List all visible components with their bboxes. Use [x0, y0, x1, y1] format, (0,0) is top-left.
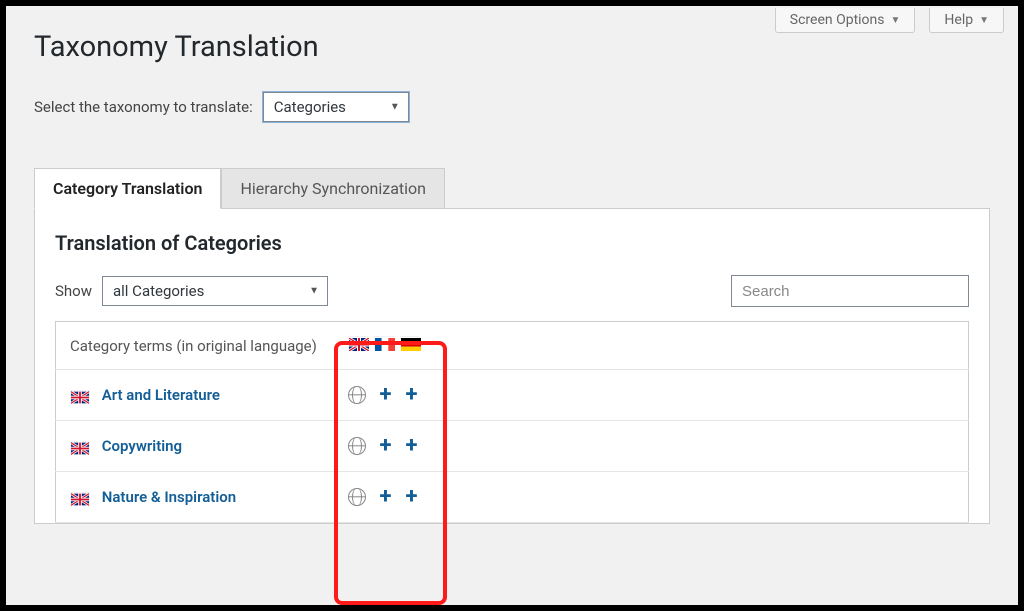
add-translation-fr-icon[interactable]: +: [380, 384, 392, 406]
help-label: Help: [944, 12, 973, 28]
taxonomy-select[interactable]: Categories ▼: [263, 92, 409, 122]
table-row: Art and Literature + +: [56, 370, 969, 421]
add-translation-de-icon[interactable]: +: [406, 435, 418, 457]
taxonomy-select-row: Select the taxonomy to translate: Catego…: [34, 92, 990, 122]
help-button[interactable]: Help ▼: [929, 8, 1004, 33]
show-select[interactable]: all Categories ▼: [102, 276, 328, 306]
chevron-down-icon: ▼: [891, 15, 901, 26]
tab-category-translation[interactable]: Category Translation: [34, 168, 221, 209]
panel-title: Translation of Categories: [55, 231, 969, 255]
show-filter: Show all Categories ▼: [55, 276, 328, 306]
tab-hierarchy-sync[interactable]: Hierarchy Synchronization: [221, 168, 445, 209]
globe-icon[interactable]: [348, 488, 366, 506]
table-row: Nature & Inspiration + +: [56, 472, 969, 523]
chevron-down-icon: ▼: [979, 15, 989, 26]
flag-uk-icon: [70, 441, 90, 454]
screen-options-label: Screen Options: [790, 12, 885, 28]
search-input[interactable]: [731, 275, 969, 307]
table-header-terms: Category terms (in original language): [56, 322, 334, 370]
flag-uk-icon: [348, 336, 368, 349]
flag-de-icon: [400, 336, 420, 349]
row-spacer: [454, 370, 969, 421]
screen-options-button[interactable]: Screen Options ▼: [775, 8, 916, 33]
filter-row: Show all Categories ▼: [55, 275, 969, 307]
flag-fr-icon: [374, 336, 394, 349]
term-link[interactable]: Nature & Inspiration: [56, 472, 334, 523]
term-label: Art and Literature: [102, 386, 220, 404]
tab-bar: Category Translation Hierarchy Synchroni…: [34, 168, 990, 209]
term-link[interactable]: Art and Literature: [56, 370, 334, 421]
chevron-down-icon: ▼: [390, 102, 400, 113]
globe-icon[interactable]: [348, 437, 366, 455]
flag-uk-icon: [70, 390, 90, 403]
taxonomy-select-label: Select the taxonomy to translate:: [34, 98, 253, 116]
term-label: Nature & Inspiration: [102, 488, 236, 506]
show-selected-value: all Categories: [113, 282, 204, 300]
translation-table: Category terms (in original language): [55, 321, 969, 523]
term-link[interactable]: Copywriting: [56, 421, 334, 472]
translation-actions-cell: + +: [334, 421, 454, 472]
translation-panel: Translation of Categories Show all Categ…: [34, 209, 990, 524]
table-header-flags: [334, 322, 454, 370]
row-spacer: [454, 421, 969, 472]
page-frame: Screen Options ▼ Help ▼ Taxonomy Transla…: [0, 0, 1024, 611]
top-button-bar: Screen Options ▼ Help ▼: [775, 8, 1004, 33]
taxonomy-selected-value: Categories: [274, 98, 346, 116]
row-spacer: [454, 472, 969, 523]
add-translation-fr-icon[interactable]: +: [380, 486, 392, 508]
table-header-row: Category terms (in original language): [56, 322, 969, 370]
translation-actions-cell: + +: [334, 472, 454, 523]
table-header-spacer: [454, 322, 969, 370]
translation-actions-cell: + +: [334, 370, 454, 421]
add-translation-fr-icon[interactable]: +: [380, 435, 392, 457]
globe-icon[interactable]: [348, 386, 366, 404]
add-translation-de-icon[interactable]: +: [406, 486, 418, 508]
table-row: Copywriting + +: [56, 421, 969, 472]
page-title: Taxonomy Translation: [34, 30, 990, 64]
add-translation-de-icon[interactable]: +: [406, 384, 418, 406]
page-content: Taxonomy Translation Select the taxonomy…: [6, 6, 1018, 524]
show-label: Show: [55, 282, 92, 300]
chevron-down-icon: ▼: [309, 286, 319, 297]
flag-uk-icon: [70, 492, 90, 505]
term-label: Copywriting: [102, 437, 182, 455]
